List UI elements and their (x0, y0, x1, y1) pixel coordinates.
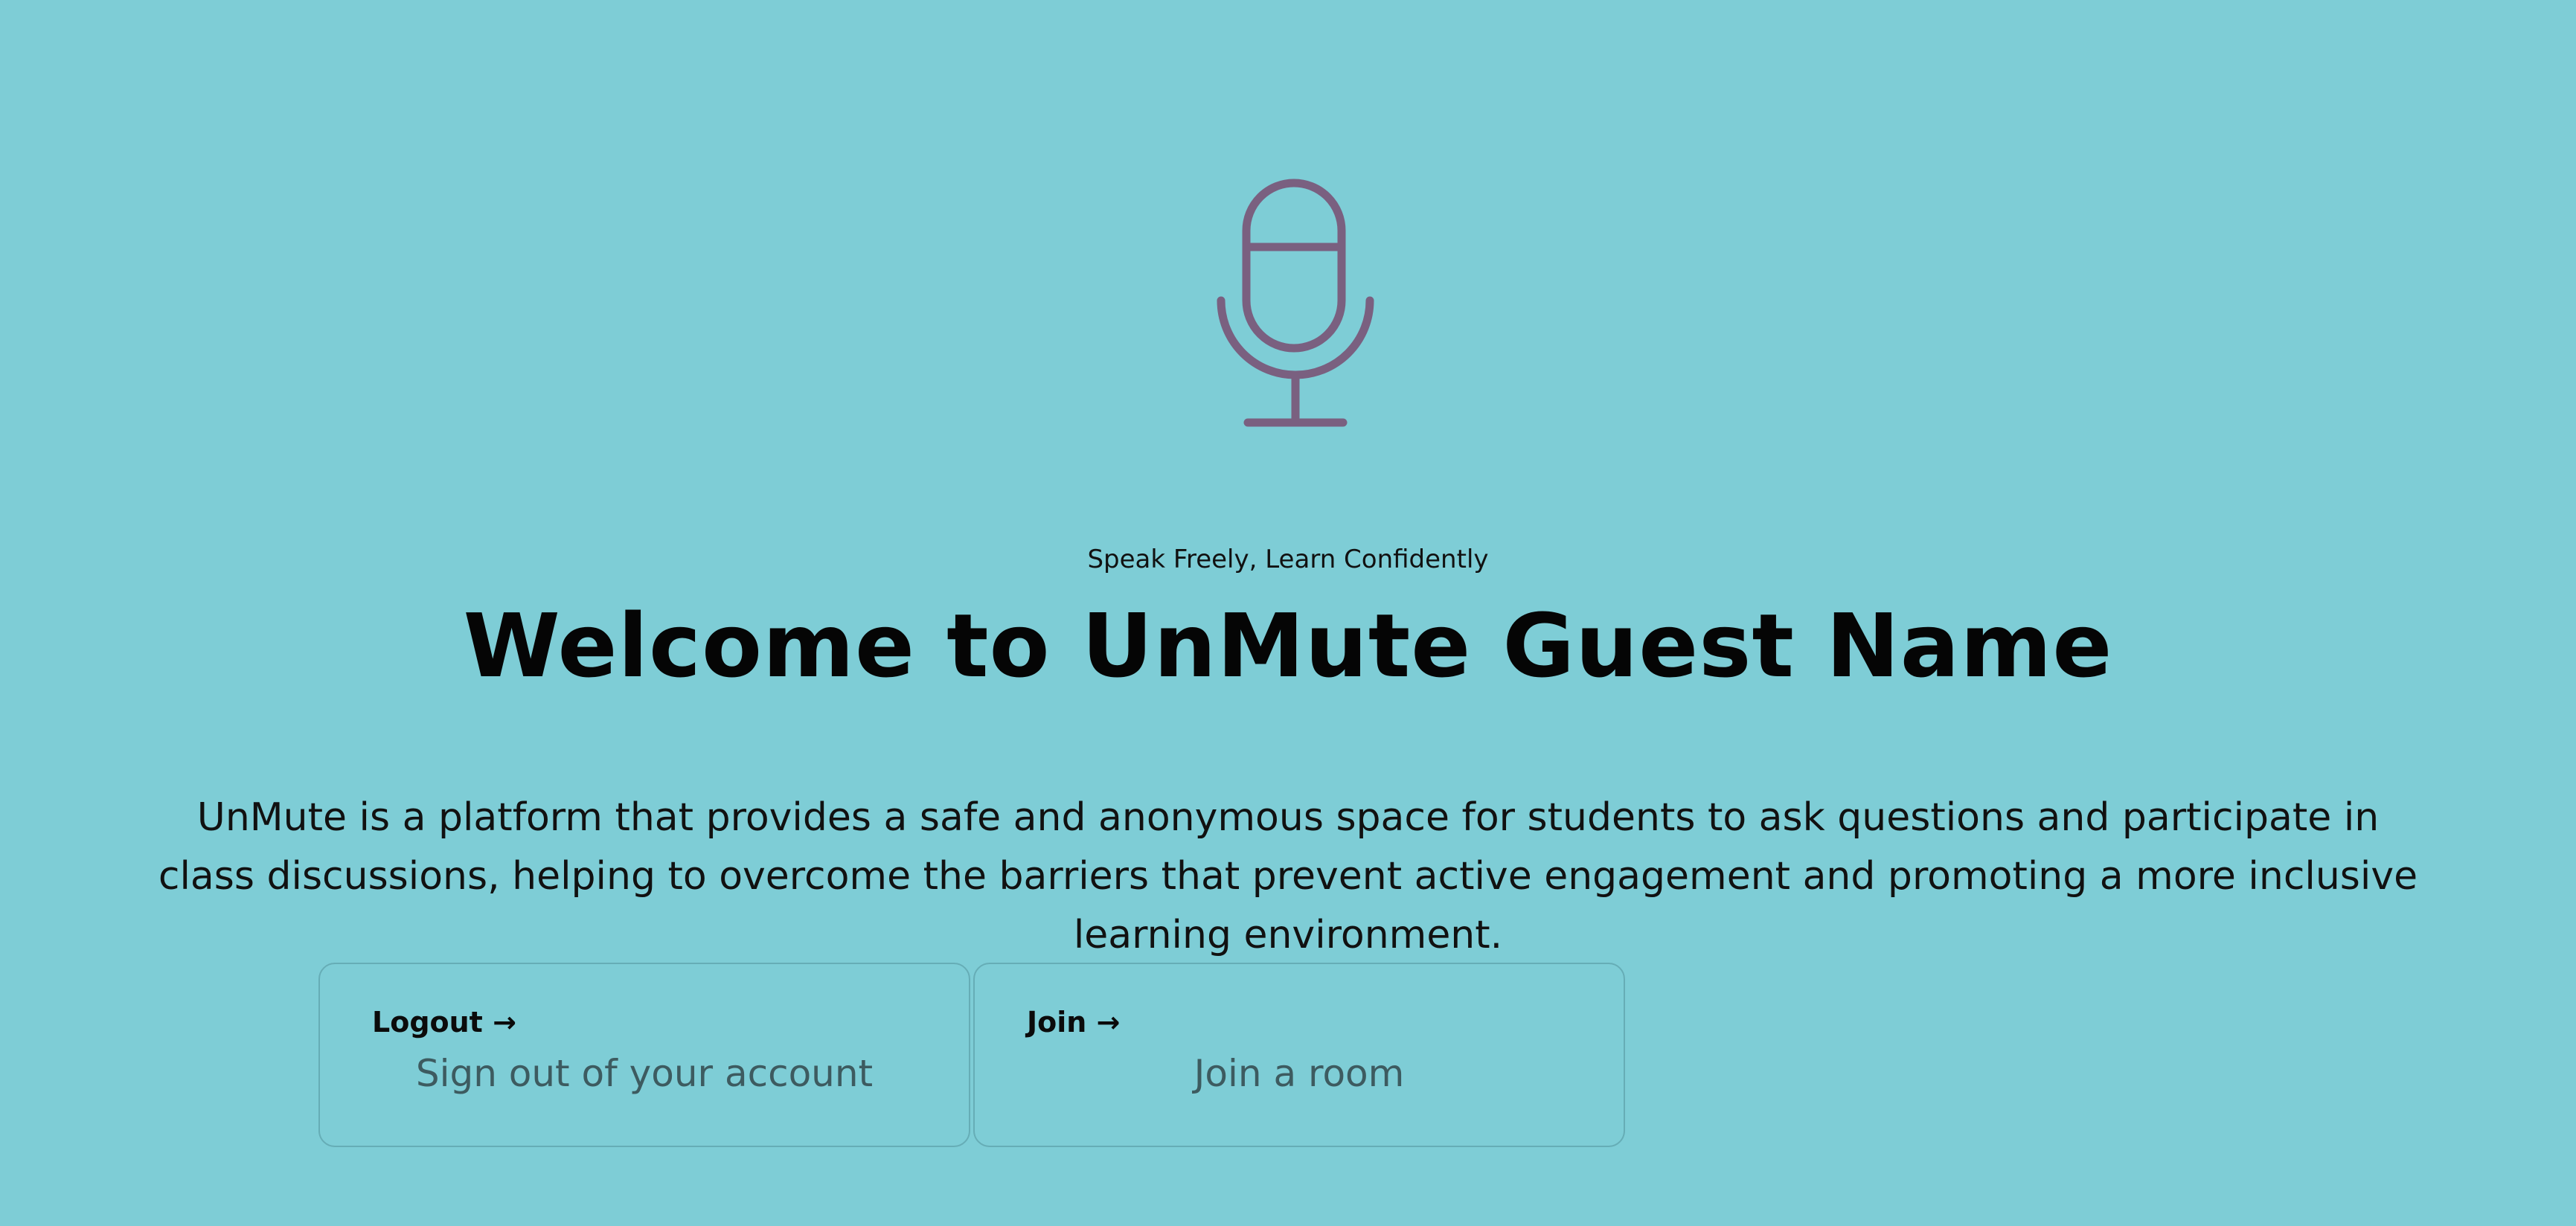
join-card[interactable]: Join → Join a room (973, 963, 1625, 1147)
join-subtitle: Join a room (1194, 1052, 1405, 1095)
logout-link[interactable]: Logout → (372, 1006, 516, 1039)
tagline: Speak Freely, Learn Confidently (1087, 545, 1489, 574)
join-link[interactable]: Join → (1027, 1006, 1120, 1039)
logout-subtitle: Sign out of your account (415, 1052, 874, 1095)
page-title: Welcome to UnMute Guest Name (463, 594, 2113, 697)
landing-page: Speak Freely, Learn Confidently Welcome … (0, 0, 2576, 1226)
description: UnMute is a platform that provides a saf… (158, 795, 2418, 957)
microphone-icon (1217, 179, 1380, 429)
logout-card[interactable]: Logout → Sign out of your account (318, 963, 970, 1147)
